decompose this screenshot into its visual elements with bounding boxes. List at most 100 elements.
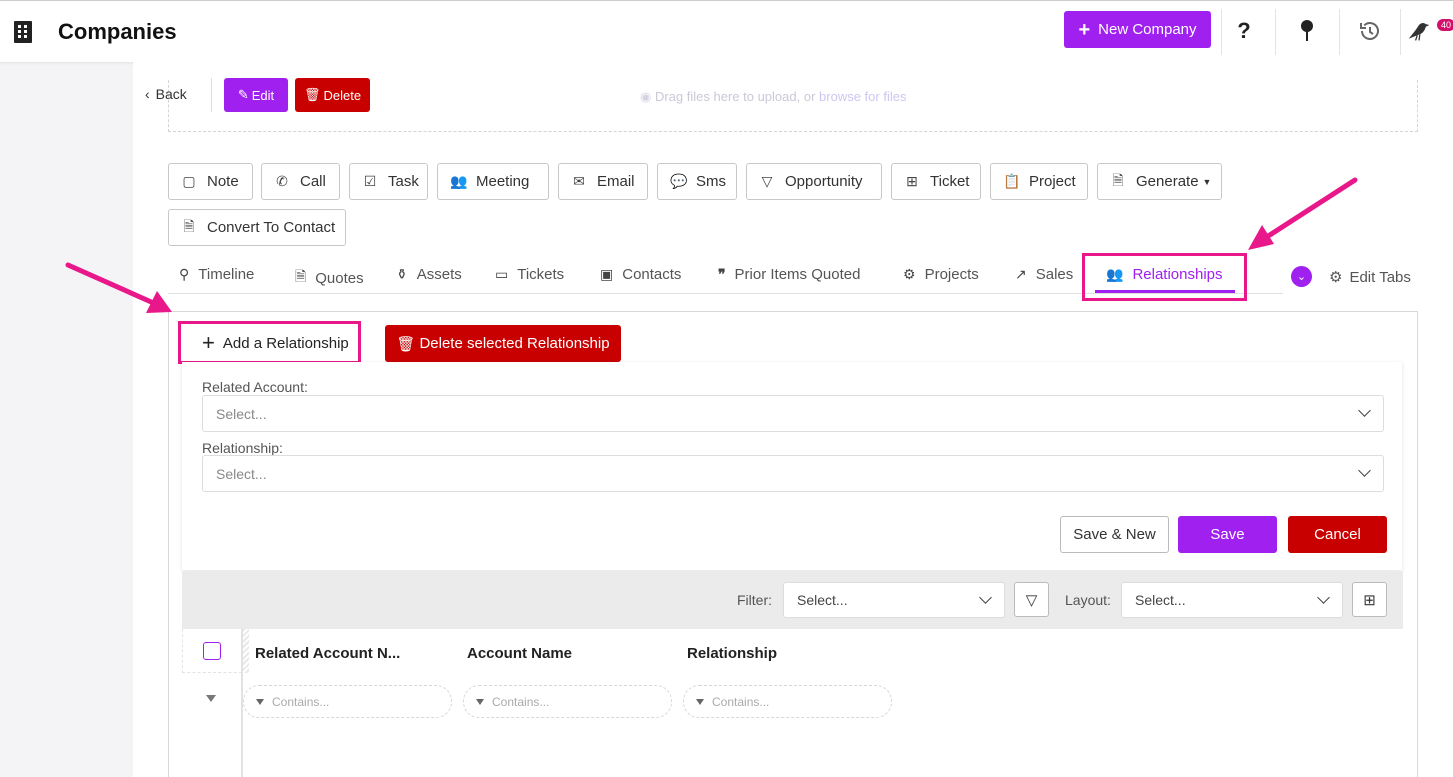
tab-quotes[interactable]: 🗎 Quotes: [295, 266, 364, 290]
delete-button[interactable]: 🗑 Delete: [295, 78, 370, 112]
column-resize-handle[interactable]: [243, 629, 249, 673]
users-icon: 👥: [450, 173, 468, 189]
meeting-button[interactable]: 👥 Meeting: [437, 163, 549, 200]
phone-icon: ✆: [276, 173, 288, 189]
note-button[interactable]: ▢ Note: [168, 163, 253, 200]
filter-button[interactable]: ▽: [1014, 582, 1049, 617]
annotation-arrow-relationships-tab: [1248, 177, 1358, 250]
back-link[interactable]: ‹ Back: [145, 86, 187, 102]
project-button[interactable]: 📋 Project: [990, 163, 1088, 200]
new-company-label: New Company: [1098, 21, 1197, 38]
top-bar: Companies + New Company ? 40: [0, 0, 1453, 62]
save-button[interactable]: Save: [1178, 516, 1277, 553]
convert-to-contact-button[interactable]: 🗎 Convert To Contact: [168, 209, 346, 246]
column-header-account-name[interactable]: Account Name: [467, 645, 572, 662]
notification-badge: 40: [1437, 19, 1453, 31]
related-account-select[interactable]: Select...: [202, 395, 1384, 432]
related-account-filter-input[interactable]: Contains...: [243, 685, 452, 718]
relationship-filter-input[interactable]: Contains...: [683, 685, 892, 718]
divider: [1400, 9, 1401, 55]
funnel-icon: [696, 698, 704, 705]
sms-button[interactable]: 💬 Sms: [657, 163, 737, 200]
upload-text: ◉ Drag files here to upload, or browse f…: [640, 89, 907, 104]
chevron-left-icon: ‹: [145, 86, 150, 102]
relationship-label: Relationship:: [202, 440, 283, 456]
annotation-arrow-add-relationship: [65, 262, 172, 313]
column-header-related-account-name[interactable]: Related Account N...: [255, 645, 400, 662]
funnel-icon: ▽: [761, 173, 773, 189]
bag-icon: ⚱: [396, 266, 408, 282]
tab-assets[interactable]: ⚱ Assets: [396, 266, 462, 283]
generate-dropdown[interactable]: 🗎 Generate ▼: [1097, 163, 1222, 200]
layout-grid-button[interactable]: ⊞: [1352, 582, 1387, 617]
funnel-icon: ▽: [1025, 591, 1038, 609]
layout-select[interactable]: Select...: [1121, 582, 1343, 618]
history-icon[interactable]: [1358, 17, 1382, 45]
edit-icon: ✎: [237, 87, 249, 102]
tab-tickets[interactable]: ▭ Tickets: [495, 266, 564, 283]
account-name-filter-input[interactable]: Contains...: [463, 685, 672, 718]
filter-label: Filter:: [737, 592, 772, 608]
ticket-icon: ⊞: [906, 173, 918, 189]
document-icon: 🗎: [1112, 171, 1124, 188]
sms-icon: 💬: [670, 173, 688, 189]
edit-tabs-button[interactable]: ⚙ Edit Tabs: [1329, 268, 1411, 287]
file-icon: 🗎: [295, 268, 307, 284]
chevron-down-icon: [1317, 591, 1330, 604]
trash-icon: 🗑: [396, 335, 416, 353]
id-card-icon: ▣: [600, 266, 614, 282]
pin-icon[interactable]: [1295, 17, 1319, 45]
funnel-icon: [476, 698, 484, 705]
browse-link[interactable]: browse for files: [819, 89, 906, 104]
help-icon[interactable]: ?: [1232, 17, 1256, 45]
save-and-new-button[interactable]: Save & New: [1060, 516, 1169, 553]
gear-icon: ⚙: [1329, 269, 1343, 286]
grid-icon: ⊞: [1363, 591, 1376, 609]
layout-label: Layout:: [1065, 592, 1111, 608]
ticket-icon: ▭: [495, 266, 509, 282]
tab-prior-items-quoted[interactable]: ❞ Prior Items Quoted: [718, 266, 860, 283]
chevron-down-icon: [1358, 464, 1371, 477]
caret-down-icon: ▼: [1202, 176, 1212, 187]
divider: [1221, 9, 1222, 55]
relationship-select[interactable]: Select...: [202, 455, 1384, 492]
tab-timeline[interactable]: ⚲ Timeline: [179, 266, 254, 283]
new-company-button[interactable]: + New Company: [1064, 11, 1211, 48]
building-icon: [14, 21, 32, 43]
bird-icon[interactable]: [1407, 17, 1431, 45]
tab-projects[interactable]: ⚙ Projects: [903, 266, 979, 283]
page-title: Companies: [58, 19, 177, 44]
divider: [1275, 9, 1276, 55]
cancel-button[interactable]: Cancel: [1288, 516, 1387, 553]
clipboard-icon: 📋: [1003, 173, 1021, 189]
email-button[interactable]: ✉ Email: [558, 163, 648, 200]
tab-contacts[interactable]: ▣ Contacts: [600, 266, 681, 283]
select-all-checkbox[interactable]: [203, 642, 221, 660]
annotation-box-add-relationship: [178, 321, 361, 364]
upload-icon: ◉: [640, 89, 655, 104]
divider: [211, 78, 212, 112]
document-icon: 🗎: [183, 217, 195, 234]
column-header-relationship[interactable]: Relationship: [687, 645, 777, 662]
edit-button[interactable]: ✎ Edit: [224, 78, 288, 112]
tab-sales[interactable]: ↗ Sales: [1015, 266, 1073, 283]
more-tabs-button[interactable]: ⌄: [1291, 266, 1312, 287]
quote-icon: ❞: [718, 266, 726, 282]
network-icon: ⚙: [903, 266, 916, 282]
plus-icon: +: [1078, 18, 1091, 41]
call-button[interactable]: ✆ Call: [261, 163, 340, 200]
chevron-down-icon: ⌄: [1296, 271, 1307, 283]
filter-row-icon: [206, 695, 216, 702]
chart-line-icon: ↗: [1015, 266, 1027, 282]
related-account-label: Related Account:: [202, 379, 308, 395]
opportunity-button[interactable]: ▽ Opportunity: [746, 163, 882, 200]
filter-select[interactable]: Select...: [783, 582, 1005, 618]
task-button[interactable]: ☑ Task: [349, 163, 428, 200]
divider: [1339, 9, 1340, 55]
clipboard-check-icon: ☑: [363, 173, 377, 189]
envelope-icon: ✉: [573, 173, 585, 189]
chevron-down-icon: [979, 591, 992, 604]
ticket-button[interactable]: ⊞ Ticket: [891, 163, 981, 200]
funnel-icon: [256, 698, 264, 705]
delete-selected-relationship-button[interactable]: 🗑 Delete selected Relationship: [385, 325, 621, 362]
